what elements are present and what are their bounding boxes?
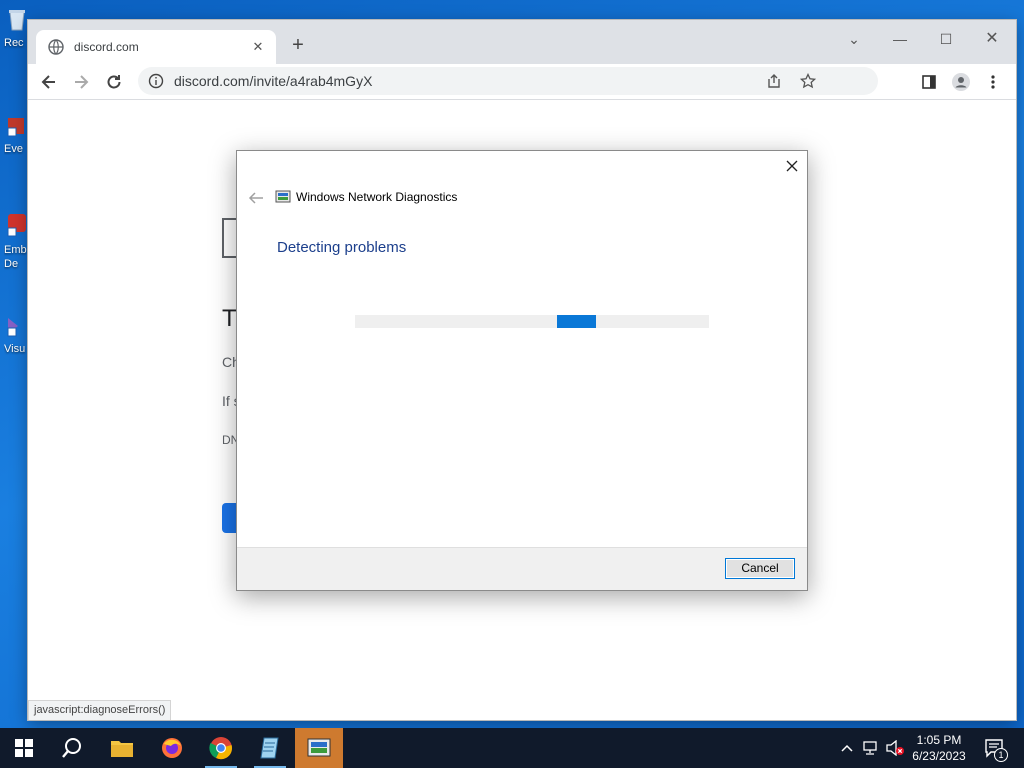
taskbar: 1:05 PM 6/23/2023 1 [0,728,1024,768]
network-status-button[interactable] [860,728,882,768]
reload-icon [107,75,121,89]
new-tab-button[interactable]: + [286,34,310,58]
chrome-icon [209,737,232,760]
back-arrow-icon[interactable] [247,191,265,205]
notification-count-badge: 1 [994,748,1008,762]
progress-indicator [557,315,596,328]
taskbar-clock[interactable]: 1:05 PM 6/23/2023 [908,732,970,764]
tab-discord[interactable]: discord.com ✕ [36,30,276,64]
reload-page-button[interactable] [222,503,236,533]
close-window-button[interactable]: ✕ [974,26,1010,52]
profile-avatar-icon [952,73,970,91]
firefox-button[interactable] [148,728,196,768]
volume-muted-icon [886,740,904,756]
menu-button[interactable] [980,69,1006,95]
network-diagnostics-icon [275,190,291,203]
side-panel-button[interactable] [916,69,942,95]
share-icon[interactable] [766,73,782,89]
dialog-title: Windows Network Diagnostics [296,190,458,204]
notepad-icon [260,737,279,759]
dialog-close-button[interactable] [783,157,801,175]
clock-time: 1:05 PM [916,733,962,747]
firefox-icon [162,738,182,758]
chevron-up-icon [841,744,853,752]
shortcut-icon [7,214,26,237]
browser-toolbar: discord.com/invite/a4rab4mGyX [28,64,1016,100]
network-diagnostics-dialog: Windows Network Diagnostics Detecting pr… [236,150,808,591]
file-explorer-button[interactable] [98,728,146,768]
forward-button[interactable] [68,69,94,95]
back-button[interactable] [36,69,62,95]
address-bar[interactable]: discord.com/invite/a4rab4mGyX [138,67,878,95]
action-center-button[interactable]: 1 [978,728,1012,768]
maximize-button[interactable]: ☐ [928,26,964,52]
clock-date: 6/23/2023 [912,749,966,763]
arrow-left-icon [41,75,55,89]
profile-button[interactable] [948,69,974,95]
address-url: discord.com/invite/a4rab4mGyX [174,73,373,89]
dialog-heading: Detecting problems [277,239,407,256]
minimize-button[interactable]: — [882,26,918,52]
error-heading: T [222,305,237,332]
dialog-footer: Cancel [237,547,807,590]
notepad-button[interactable] [246,728,294,768]
reload-button[interactable] [101,69,127,95]
side-panel-icon [922,75,936,89]
progress-bar [355,315,709,328]
more-vert-icon [991,75,995,89]
show-hidden-icons-button[interactable] [838,728,856,768]
chrome-button[interactable] [197,728,245,768]
search-button[interactable] [48,728,96,768]
volume-button[interactable] [884,728,906,768]
file-explorer-icon [111,741,133,757]
close-icon [786,160,798,172]
tab-search-chevron-icon[interactable]: ⌄ [836,26,872,52]
network-diagnostics-button[interactable] [295,728,343,768]
tab-close-icon[interactable]: ✕ [250,39,266,55]
tab-title: discord.com [74,40,139,54]
bookmark-star-icon[interactable] [800,73,816,89]
windows-start-icon [15,739,33,757]
search-icon [62,738,81,758]
recycle-bin-icon [9,10,25,31]
arrow-right-icon [75,75,89,89]
tab-strip: discord.com ✕ + ⌄ — ☐ ✕ [28,20,1016,64]
status-bar: javascript:diagnoseErrors() [28,700,172,720]
network-diagnostics-icon [307,738,331,757]
cancel-button[interactable]: Cancel [725,558,795,579]
start-button[interactable] [0,728,48,768]
shortcut-icon [7,118,24,137]
site-info-icon[interactable] [148,73,164,89]
network-disconnected-icon [863,741,877,755]
globe-icon [48,39,64,55]
visual-studio-icon [7,318,18,337]
